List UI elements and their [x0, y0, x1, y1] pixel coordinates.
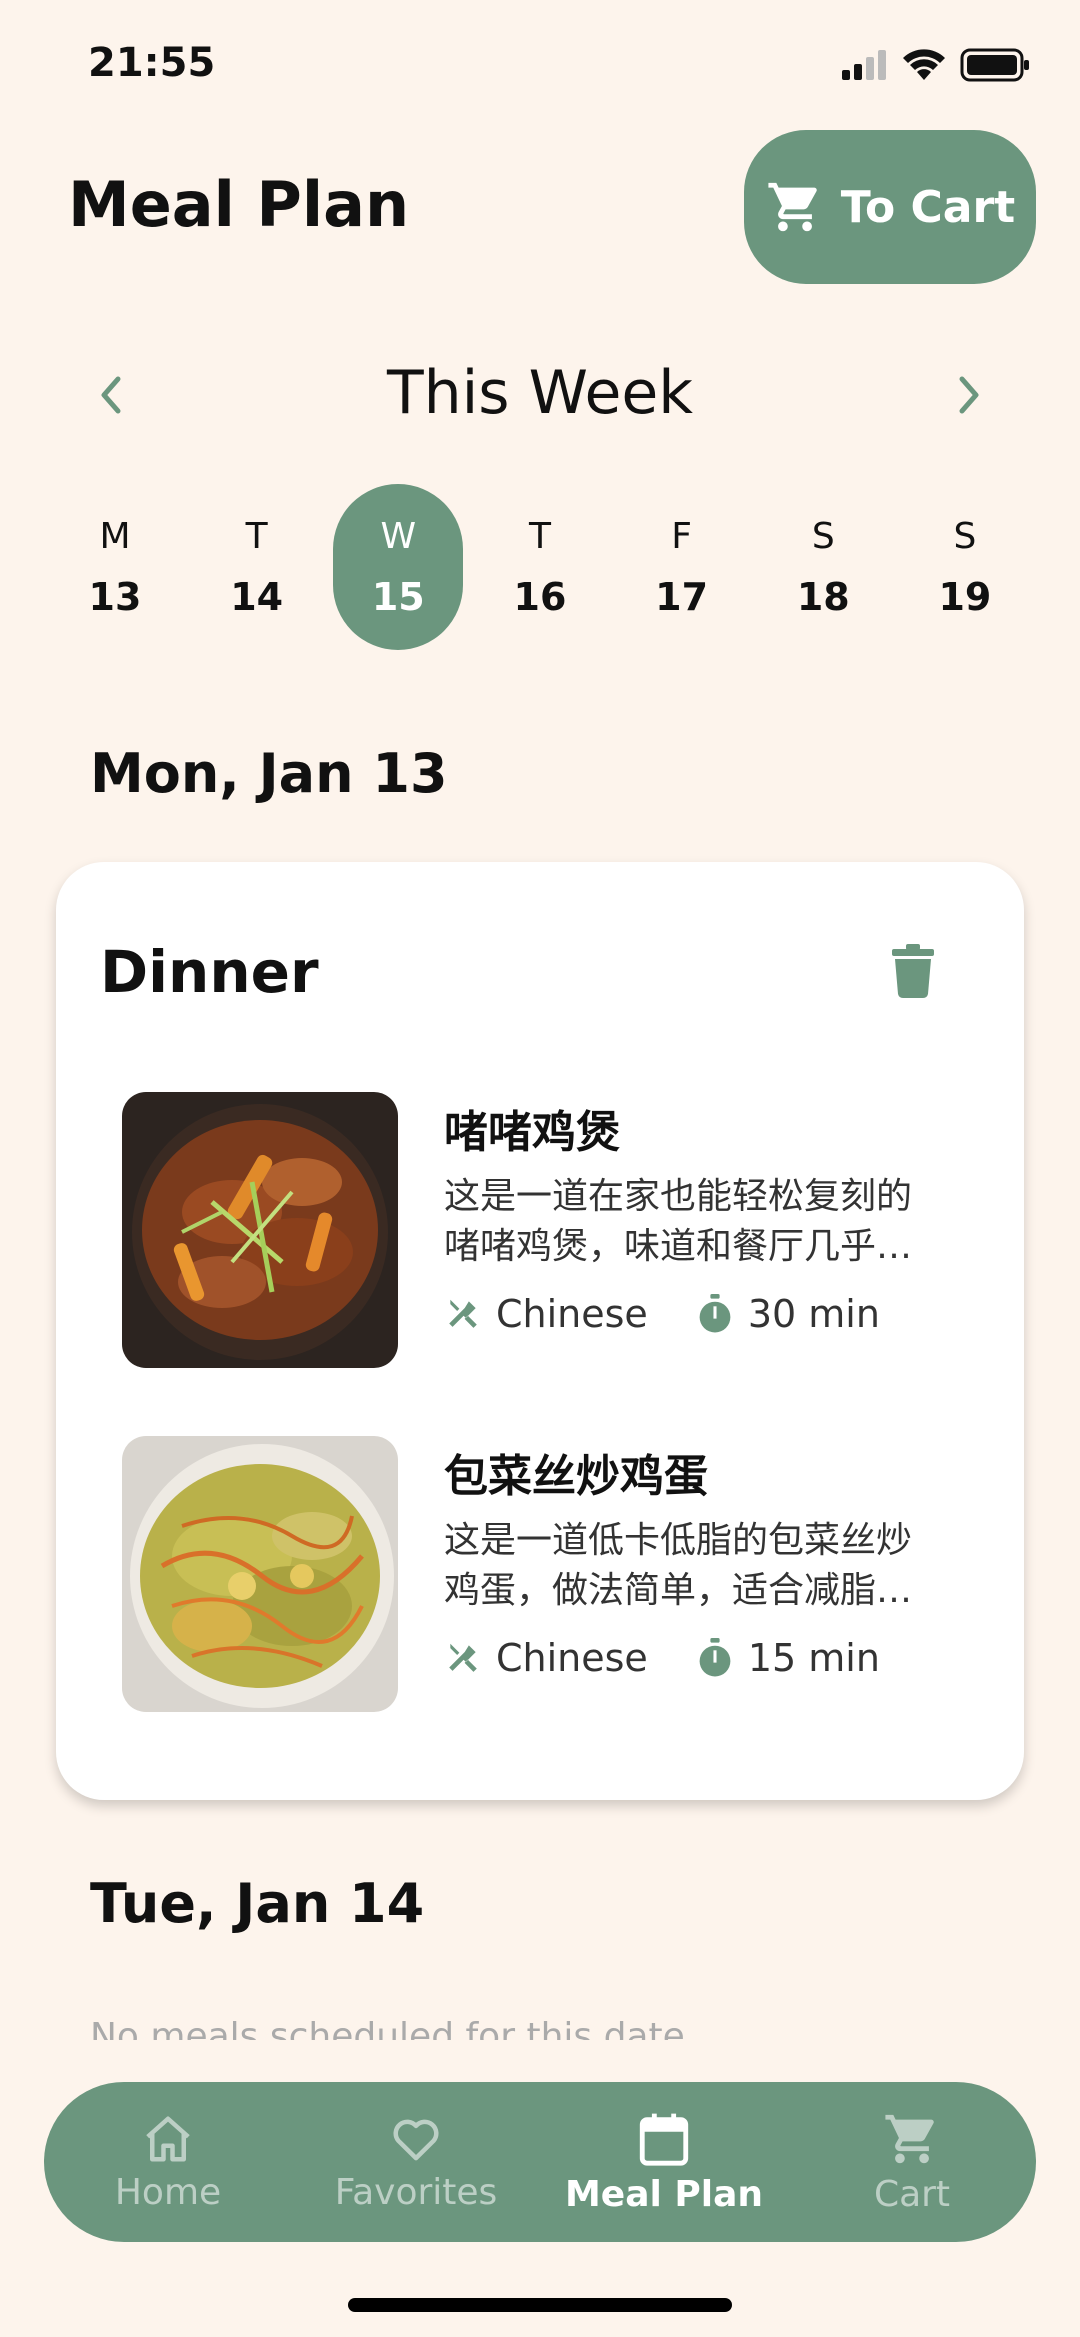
recipe-description-line: 啫啫鸡煲，味道和餐厅几乎…	[444, 1226, 913, 1267]
recipe-title: 包菜丝炒鸡蛋	[444, 1451, 708, 1502]
utensils-icon	[449, 1299, 477, 1328]
section-date: Tue, Jan 14	[90, 1872, 425, 1935]
recipe-photo	[122, 1436, 398, 1712]
time-tag: 15 min	[696, 1636, 880, 1680]
day-mon[interactable]: M 13	[50, 484, 180, 650]
empty-state-text: No meals scheduled for this date	[90, 2016, 685, 2040]
next-week-button[interactable]	[944, 370, 994, 420]
recipe-photo	[122, 1092, 398, 1368]
day-number: 16	[513, 574, 567, 619]
recipe-description-line: 这是一道在家也能轻松复刻的	[444, 1176, 913, 1217]
battery-icon	[960, 48, 1029, 82]
recipe-description-line: 鸡蛋，做法简单，适合减脂…	[444, 1570, 913, 1611]
time-label: 15 min	[747, 1636, 880, 1680]
day-number: 18	[796, 574, 850, 619]
timer-icon	[699, 1638, 731, 1677]
cart-icon	[885, 2114, 934, 2163]
nav-favorites[interactable]: Favorites	[301, 2112, 531, 2213]
utensils-icon	[449, 1643, 477, 1672]
heart-icon	[393, 2119, 439, 2160]
section-date: Mon, Jan 13	[90, 742, 448, 805]
nav-cart[interactable]: Cart	[797, 2110, 1027, 2215]
day-number: 17	[655, 574, 709, 619]
chevron-right-icon	[959, 376, 979, 414]
nav-label: Cart	[873, 2173, 951, 2215]
recipe-item[interactable]: 啫啫鸡煲 这是一道在家也能轻松复刻的 啫啫鸡煲，味道和餐厅几乎… Chinese	[122, 1092, 982, 1368]
week-label: This Week	[386, 358, 694, 428]
delete-meal-button[interactable]	[892, 944, 934, 1002]
nav-home[interactable]: Home	[53, 2112, 283, 2213]
day-number: 19	[938, 574, 992, 619]
day-letter: S	[953, 515, 977, 557]
to-cart-label: To Cart	[840, 181, 1016, 233]
calendar-icon	[639, 2113, 689, 2166]
home-indicator	[348, 2298, 732, 2312]
recipe-description-line: 这是一道低卡低脂的包菜丝炒	[444, 1520, 913, 1561]
trash-icon	[892, 944, 934, 998]
day-letter: M	[99, 515, 131, 557]
time-label: 30 min	[747, 1292, 880, 1336]
to-cart-button[interactable]: To Cart	[744, 130, 1036, 284]
day-wed-selected[interactable]: W 15	[333, 484, 464, 650]
recipe-description: 这是一道在家也能轻松复刻的 啫啫鸡煲，味道和餐厅几乎…	[444, 1172, 974, 1272]
day-sat[interactable]: S 18	[758, 484, 888, 650]
recipe-meta: Chinese 15 min	[444, 1636, 928, 1680]
time-tag: 30 min	[696, 1292, 880, 1336]
cuisine-label: Chinese	[496, 1292, 648, 1336]
day-letter: T	[528, 515, 551, 557]
meal-type-label: Dinner	[100, 938, 319, 1006]
recipe-item[interactable]: 包菜丝炒鸡蛋 这是一道低卡低脂的包菜丝炒 鸡蛋，做法简单，适合减脂… Chine…	[122, 1436, 982, 1712]
day-letter: T	[245, 515, 268, 557]
day-letter: W	[380, 515, 417, 557]
nav-label: Meal Plan	[564, 2173, 764, 2215]
day-number: 14	[230, 574, 284, 619]
status-time: 21:55	[88, 40, 216, 86]
cuisine-tag: Chinese	[444, 1636, 648, 1680]
home-icon	[146, 2116, 190, 2161]
recipe-title: 啫啫鸡煲	[444, 1107, 620, 1158]
day-thu[interactable]: T 16	[475, 484, 605, 650]
timer-icon	[699, 1294, 731, 1333]
cuisine-label: Chinese	[496, 1636, 648, 1680]
wifi-icon	[903, 49, 945, 80]
day-number: 13	[88, 574, 142, 619]
day-fri[interactable]: F 17	[617, 484, 747, 650]
cart-icon	[768, 182, 817, 232]
meal-card: Dinner 啫啫鸡煲 这是一道在家也能轻松复刻的 啫啫鸡煲，味道和餐厅几乎… …	[56, 862, 1024, 1800]
nav-meal-plan[interactable]: Meal Plan	[549, 2110, 779, 2215]
day-sun[interactable]: S 19	[900, 484, 1030, 650]
recipe-meta: Chinese 30 min	[444, 1292, 928, 1336]
bottom-nav: Home Favorites Meal Plan Cart	[44, 2082, 1036, 2242]
week-days: M 13 T 14 W 15 T 16 F 17 S 18 S 19	[50, 484, 1030, 650]
nav-label: Home	[114, 2171, 222, 2213]
nav-label: Favorites	[334, 2171, 498, 2213]
day-tue[interactable]: T 14	[192, 484, 322, 650]
page-title: Meal Plan	[68, 168, 410, 241]
day-letter: F	[671, 515, 692, 557]
status-icons	[842, 48, 1030, 82]
recipe-description: 这是一道低卡低脂的包菜丝炒 鸡蛋，做法简单，适合减脂…	[444, 1516, 974, 1616]
day-letter: S	[811, 515, 835, 557]
day-number: 15	[371, 574, 425, 619]
meal-plan-screen: 21:55 Meal Plan To Cart This Week M 13 T…	[0, 0, 1080, 2337]
cuisine-tag: Chinese	[444, 1292, 648, 1336]
signal-icon	[842, 50, 886, 80]
